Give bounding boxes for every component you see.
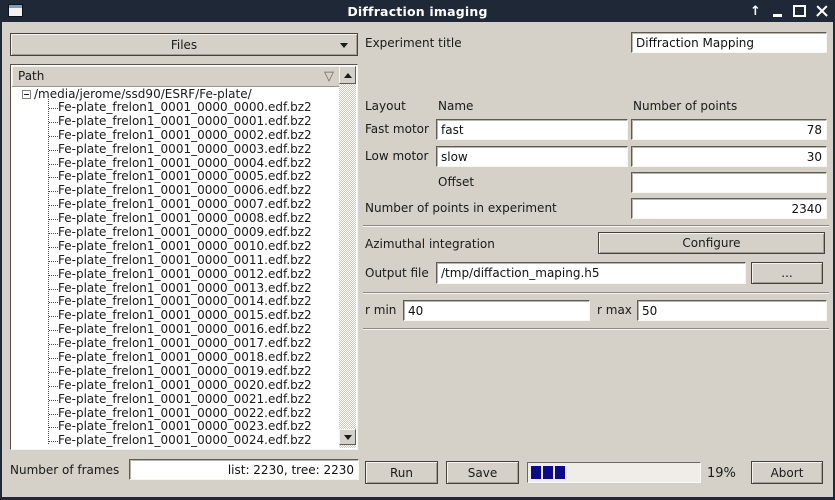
scroll-down-button[interactable] xyxy=(339,429,356,445)
progress-segment xyxy=(543,466,553,479)
total-points-label: Number of points in experiment xyxy=(365,201,557,215)
tree-file-item[interactable]: Fe-plate_frelon1_0001_0000_0022.edf.bz2 xyxy=(12,407,341,421)
tree-file-item[interactable]: Fe-plate_frelon1_0001_0000_0020.edf.bz2 xyxy=(12,379,341,393)
tree-file-item[interactable]: Fe-plate_frelon1_0001_0000_0003.edf.bz2 xyxy=(12,143,341,157)
abort-button[interactable]: Abort xyxy=(751,461,823,484)
tree-scrollbar-track[interactable] xyxy=(339,66,356,448)
frames-count-input[interactable] xyxy=(129,459,359,480)
window-content: Files Path ▽ /media/jerome/ssd90/ESRF/Fe… xyxy=(2,22,833,497)
r-max-input[interactable] xyxy=(637,300,827,321)
shade-arrow-icon: ↑ xyxy=(750,5,761,18)
tree-file-item[interactable]: Fe-plate_frelon1_0001_0000_0015.edf.bz2 xyxy=(12,309,341,323)
tree-file-item[interactable]: Fe-plate_frelon1_0001_0000_0002.edf.bz2 xyxy=(12,129,341,143)
output-file-input[interactable] xyxy=(436,262,746,284)
close-button[interactable] xyxy=(814,3,829,19)
offset-label: Offset xyxy=(438,175,474,189)
separator xyxy=(363,292,829,294)
window-title: Diffraction imaging xyxy=(0,4,835,19)
tree-file-item[interactable]: Fe-plate_frelon1_0001_0000_0004.edf.bz2 xyxy=(12,157,341,171)
offset-input[interactable] xyxy=(631,172,827,193)
titlebar: Diffraction imaging ↑ xyxy=(0,0,835,22)
tree-file-item[interactable]: Fe-plate_frelon1_0001_0000_0000.edf.bz2 xyxy=(12,101,341,115)
r-min-label: r min xyxy=(365,303,396,317)
arrow-down-icon xyxy=(344,435,352,440)
tree-file-item[interactable]: Fe-plate_frelon1_0001_0000_0005.edf.bz2 xyxy=(12,170,341,184)
fast-motor-label: Fast motor xyxy=(365,122,429,136)
files-dropdown[interactable]: Files xyxy=(10,33,358,56)
tree-file-item[interactable]: Fe-plate_frelon1_0001_0000_0024.edf.bz2 xyxy=(12,434,341,448)
r-min-input[interactable] xyxy=(403,300,590,321)
layout-column-header: Layout xyxy=(365,99,406,113)
tree-file-item[interactable]: Fe-plate_frelon1_0001_0000_0010.edf.bz2 xyxy=(12,240,341,254)
r-max-label: r max xyxy=(597,303,632,317)
run-button[interactable]: Run xyxy=(365,461,438,484)
experiment-title-input[interactable] xyxy=(631,32,827,53)
run-button-label: Run xyxy=(390,466,413,480)
name-column-header: Name xyxy=(438,99,473,113)
abort-button-label: Abort xyxy=(771,466,804,480)
tree-file-item[interactable]: Fe-plate_frelon1_0001_0000_0016.edf.bz2 xyxy=(12,323,341,337)
progress-segment xyxy=(531,466,541,479)
tree-root-item[interactable]: /media/jerome/ssd90/ESRF/Fe-plate/ xyxy=(12,87,341,101)
app-window: Diffraction imaging ↑ Files Path ▽ xyxy=(0,0,835,500)
fast-motor-name-input[interactable] xyxy=(436,119,628,140)
tree-file-item[interactable]: Fe-plate_frelon1_0001_0000_0008.edf.bz2 xyxy=(12,212,341,226)
tree-file-item[interactable]: Fe-plate_frelon1_0001_0000_0014.edf.bz2 xyxy=(12,295,341,309)
configure-button[interactable]: Configure xyxy=(598,232,825,254)
browse-button[interactable]: ... xyxy=(751,262,823,284)
chevron-down-icon xyxy=(340,43,348,48)
tree-file-item[interactable]: Fe-plate_frelon1_0001_0000_0006.edf.bz2 xyxy=(12,184,341,198)
progress-percent-label: 19% xyxy=(707,466,736,481)
tree-root-label: /media/jerome/ssd90/ESRF/Fe-plate/ xyxy=(34,87,252,101)
tree-file-item[interactable]: Fe-plate_frelon1_0001_0000_0013.edf.bz2 xyxy=(12,282,341,296)
output-file-label: Output file xyxy=(365,266,429,280)
tree-file-item[interactable]: Fe-plate_frelon1_0001_0000_0021.edf.bz2 xyxy=(12,393,341,407)
arrow-up-icon xyxy=(344,73,352,78)
maximize-icon xyxy=(793,5,806,17)
low-motor-points-input[interactable] xyxy=(631,146,827,167)
azimuthal-integration-label: Azimuthal integration xyxy=(365,237,495,251)
shade-button[interactable]: ↑ xyxy=(748,3,763,19)
configure-button-label: Configure xyxy=(682,236,740,250)
file-tree: Path ▽ /media/jerome/ssd90/ESRF/Fe-plate… xyxy=(10,64,358,450)
save-button[interactable]: Save xyxy=(446,461,519,484)
tree-file-item[interactable]: Fe-plate_frelon1_0001_0000_0001.edf.bz2 xyxy=(12,115,341,129)
points-column-header: Number of points xyxy=(633,99,737,113)
progress-bar xyxy=(527,462,701,483)
minimize-icon xyxy=(773,14,782,17)
separator xyxy=(363,328,829,330)
browse-button-label: ... xyxy=(781,266,792,280)
maximize-button[interactable] xyxy=(792,3,807,19)
total-points-input[interactable] xyxy=(631,198,827,219)
tree-file-item[interactable]: Fe-plate_frelon1_0001_0000_0019.edf.bz2 xyxy=(12,365,341,379)
files-dropdown-label: Files xyxy=(171,38,197,52)
low-motor-label: Low motor xyxy=(365,149,428,163)
filter-icon: ▽ xyxy=(324,70,334,83)
tree-file-item[interactable]: Fe-plate_frelon1_0001_0000_0009.edf.bz2 xyxy=(12,226,341,240)
minimize-button[interactable] xyxy=(770,3,785,19)
scroll-up-button[interactable] xyxy=(339,66,356,84)
tree-file-item[interactable]: Fe-plate_frelon1_0001_0000_0007.edf.bz2 xyxy=(12,198,341,212)
tree-file-item[interactable]: Fe-plate_frelon1_0001_0000_0012.edf.bz2 xyxy=(12,268,341,282)
collapse-icon[interactable] xyxy=(22,90,31,99)
progress-segment xyxy=(555,466,565,479)
tree-file-item[interactable]: Fe-plate_frelon1_0001_0000_0017.edf.bz2 xyxy=(12,337,341,351)
separator xyxy=(363,225,829,227)
path-header-label: Path xyxy=(18,69,44,83)
frames-count-label: Number of frames xyxy=(10,463,119,477)
fast-motor-points-input[interactable] xyxy=(631,119,827,140)
low-motor-name-input[interactable] xyxy=(436,146,628,167)
experiment-title-label: Experiment title xyxy=(365,36,462,50)
tree-file-item[interactable]: Fe-plate_frelon1_0001_0000_0011.edf.bz2 xyxy=(12,254,341,268)
file-tree-rows: /media/jerome/ssd90/ESRF/Fe-plate/ Fe-pl… xyxy=(12,87,341,448)
window-menu-icon[interactable] xyxy=(8,4,23,17)
tree-file-item[interactable]: Fe-plate_frelon1_0001_0000_0018.edf.bz2 xyxy=(12,351,341,365)
path-column-header[interactable]: Path ▽ xyxy=(12,66,341,87)
save-button-label: Save xyxy=(468,466,497,480)
close-icon xyxy=(816,5,828,17)
tree-file-item[interactable]: Fe-plate_frelon1_0001_0000_0023.edf.bz2 xyxy=(12,420,341,434)
